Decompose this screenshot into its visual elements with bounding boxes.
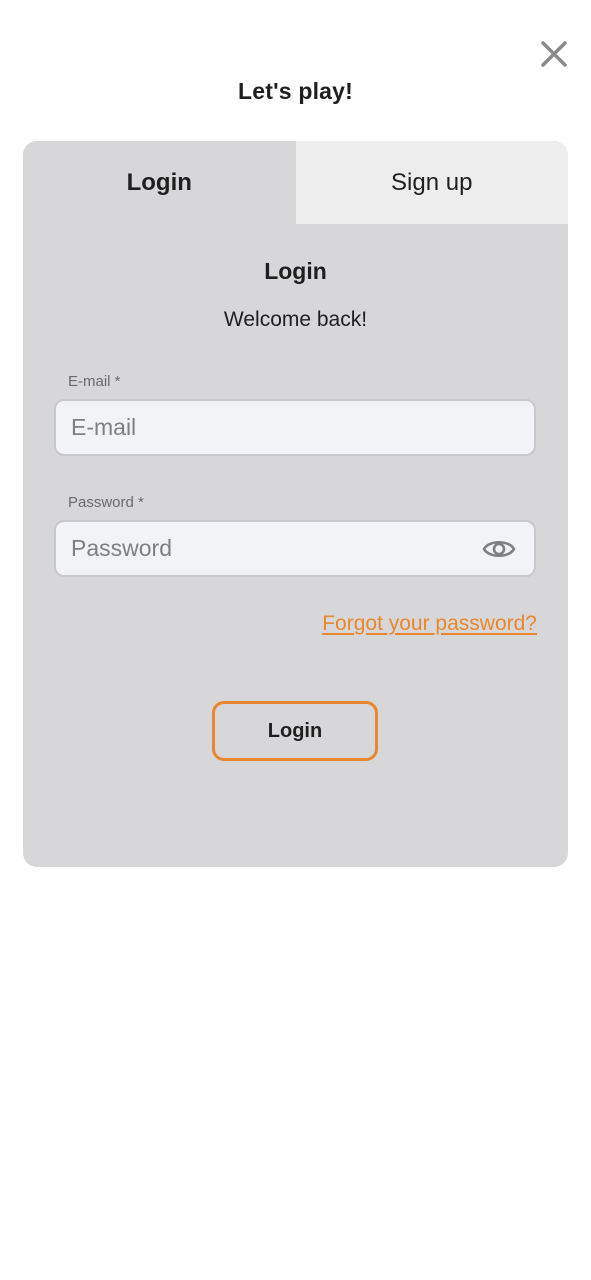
login-screen: Let's play! Login Sign up Login Welcome …: [0, 0, 591, 1280]
tab-login[interactable]: Login: [23, 141, 296, 224]
password-field[interactable]: [56, 522, 471, 575]
auth-card: Login Sign up Login Welcome back! E-mail…: [23, 141, 568, 867]
form-heading: Login: [264, 258, 327, 284]
login-button[interactable]: Login: [212, 701, 378, 761]
close-button[interactable]: [538, 38, 570, 70]
email-field-wrapper: [54, 399, 536, 456]
email-label: E-mail *: [68, 373, 121, 390]
forgot-password-link[interactable]: Forgot your password?: [322, 612, 537, 636]
email-field[interactable]: [56, 401, 471, 454]
close-icon: [541, 41, 567, 67]
tab-sign-up[interactable]: Sign up: [295, 141, 568, 224]
eye-icon: [482, 540, 516, 558]
modal-title: Let's play!: [237, 78, 354, 104]
auth-tabs: Login Sign up: [23, 141, 568, 224]
password-field-wrapper: [54, 520, 536, 577]
form-subtitle: Welcome back!: [223, 308, 368, 331]
toggle-password-visibility-button[interactable]: [482, 536, 516, 562]
password-label: Password *: [68, 494, 144, 511]
